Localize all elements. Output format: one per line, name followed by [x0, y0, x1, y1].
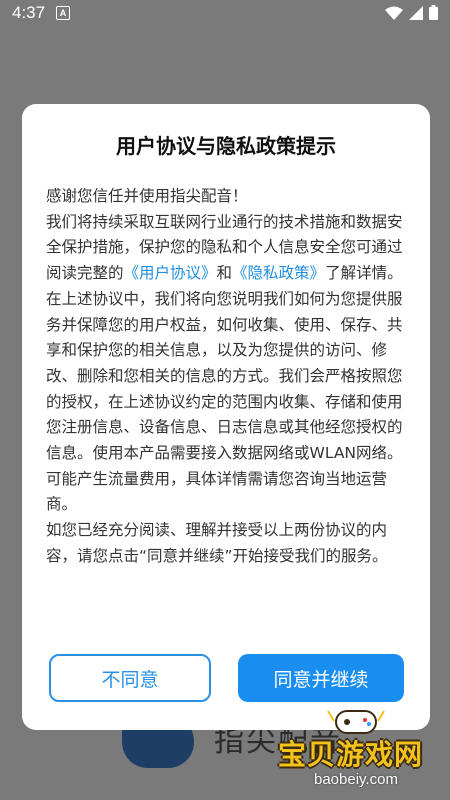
user-agreement-link[interactable]: 《用户协议》 — [124, 264, 217, 282]
battery-icon — [429, 5, 438, 20]
privacy-policy-link[interactable]: 《隐私政策》 — [232, 264, 325, 282]
cellular-signal-icon — [409, 5, 423, 20]
greeting-text: 感谢您信任并使用指尖配音！ — [46, 187, 248, 205]
status-bar: 4:37 A — [0, 0, 450, 26]
watermark: 宝贝游戏网 baobeiy.com — [270, 705, 446, 797]
agreement-intro-end: 了解详情。 — [325, 264, 403, 283]
privacy-dialog: 用户协议与隐私政策提示 感谢您信任并使用指尖配音！ 我们将持续采取互联网行业通行… — [22, 104, 430, 730]
consent-text: 如您已经充分阅读、理解并接受以上两份协议的内容，请您点击“同意并继续”开始接受我… — [46, 521, 388, 565]
watermark-url: baobeiy.com — [314, 771, 398, 788]
conjunction-text: 和 — [216, 264, 233, 283]
dialog-title: 用户协议与隐私政策提示 — [116, 134, 336, 158]
dialog-body: 感谢您信任并使用指尖配音！ 我们将持续采取互联网行业通行的技术措施和数据安全保护… — [46, 184, 408, 570]
agree-continue-button[interactable]: 同意并继续 — [238, 654, 404, 702]
watermark-text: 宝贝游戏网 — [278, 738, 424, 771]
agreement-intro-text: 我们将持续采取互联网行业通行的技术措施和数据安全保护措施，保护您的隐私和个人信息… — [46, 210, 408, 287]
data-usage-text: 在上述协议中，我们将向您说明我们如何为您提供服务并保障您的用户权益，如何收集、使… — [46, 289, 403, 514]
status-icons — [385, 5, 438, 20]
status-time: 4:37 — [12, 3, 46, 22]
wifi-icon — [385, 6, 403, 20]
disagree-button[interactable]: 不同意 — [49, 654, 211, 702]
notification-icon: A — [56, 6, 70, 20]
